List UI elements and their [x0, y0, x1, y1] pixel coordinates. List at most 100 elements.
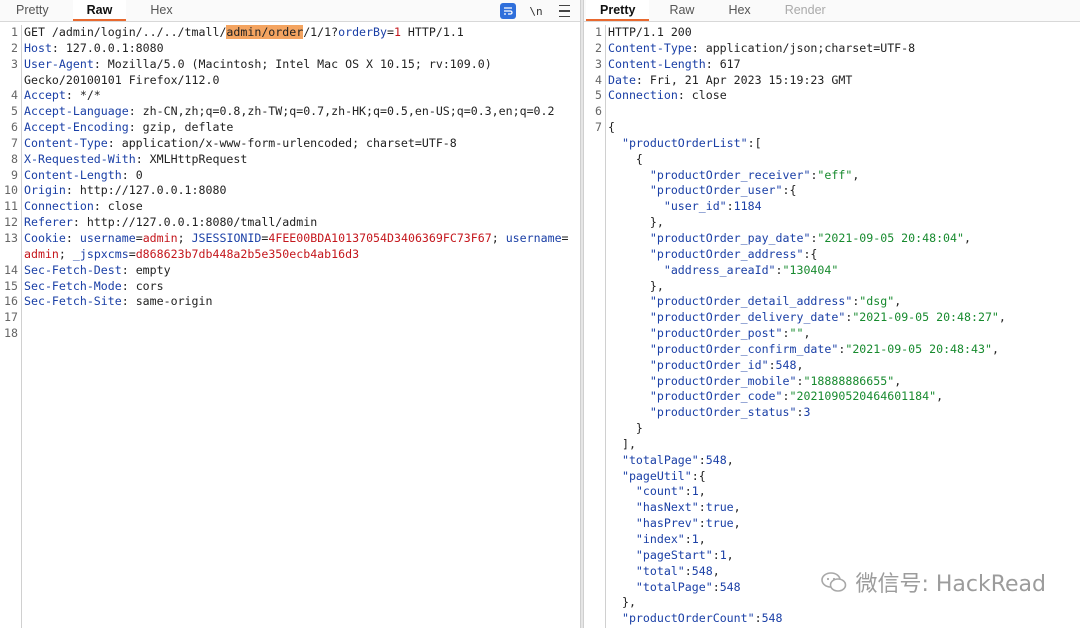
- line-number: 3: [11, 56, 18, 71]
- text-token: true: [705, 516, 734, 531]
- request-tab-pretty[interactable]: Pretty: [2, 0, 63, 21]
- text-token: X-Requested-With: [24, 151, 136, 166]
- text-token: HTTP/1.1 200: [608, 25, 692, 39]
- request-line: 14 Sec-Fetch-Dest: empty: [0, 263, 580, 279]
- response-tabbar: Pretty Raw Hex Render: [584, 0, 1080, 22]
- response-tab-raw[interactable]: Raw: [655, 0, 708, 21]
- text-token: : http://127.0.0.1:8080: [65, 183, 227, 198]
- text-token: =: [135, 230, 143, 245]
- request-line-text: Accept-Language: zh-CN,zh;q=0.8,zh-TW;q=…: [24, 104, 555, 120]
- text-token: : close: [93, 199, 143, 214]
- response-line: "productOrder_id":548,: [584, 358, 1080, 374]
- text-token: ,: [936, 389, 944, 404]
- response-line-text: "index":1,: [608, 532, 706, 548]
- request-tab-hex[interactable]: Hex: [136, 0, 186, 21]
- text-token: admin: [142, 230, 178, 245]
- response-line-text: "address_areaId":"130404": [608, 262, 839, 279]
- response-line: "pageUtil":{: [584, 469, 1080, 485]
- line-number: 10: [4, 183, 18, 198]
- response-line: "productOrder_post":"",: [584, 326, 1080, 342]
- response-line-text: "pageUtil":{: [608, 469, 706, 485]
- text-token: :: [782, 326, 790, 341]
- request-lines: 1 GET /admin/login/../../tmall/admin/orde…: [0, 25, 580, 342]
- response-tabs: Pretty Raw Hex Render: [584, 0, 840, 21]
- request-line-text: Sec-Fetch-Mode: cors: [24, 279, 164, 295]
- text-token: : same-origin: [121, 294, 213, 309]
- response-line-text: "productOrder_detail_address":"dsg",: [608, 294, 901, 310]
- text-token: "productOrder_post": [649, 326, 783, 341]
- response-line-text: "hasPrev":true,: [608, 516, 741, 532]
- request-line-text: Accept: */*: [24, 88, 101, 104]
- text-token: ,: [712, 563, 720, 578]
- response-editor[interactable]: 1 HTTP/1.1 200 2 Content-Type: application/…: [584, 25, 1080, 628]
- response-line-text: "productOrder_receiver":"eff",: [608, 168, 859, 184]
- text-token: username: [79, 230, 136, 245]
- response-line-text: "user_id":1184: [608, 199, 762, 215]
- text-token: "productOrder_confirm_date": [649, 341, 839, 356]
- response-line-text: },: [608, 279, 664, 295]
- response-line: "hasPrev":true,: [584, 516, 1080, 532]
- text-token: Sec-Fetch-Dest: [24, 262, 122, 277]
- text-token: "productOrder_mobile": [649, 373, 797, 388]
- response-tab-pretty[interactable]: Pretty: [586, 0, 650, 21]
- response-line: 1 HTTP/1.1 200: [584, 25, 1080, 41]
- watermark-text: 微信号: HackRead: [855, 572, 1046, 597]
- response-tab-render[interactable]: Render: [771, 0, 840, 21]
- response-line: "productOrder_address":{: [584, 247, 1080, 263]
- request-line: 15 Sec-Fetch-Mode: cors: [0, 279, 580, 295]
- text-token: Origin: [24, 183, 66, 198]
- request-line: 13 Cookie: username=admin; JSESSIONID=4FE…: [0, 231, 580, 247]
- text-token: "address_areaId": [663, 262, 776, 277]
- text-token: :[: [747, 135, 762, 150]
- text-token: :: [698, 516, 706, 531]
- request-editor[interactable]: 1 GET /admin/login/../../tmall/admin/orde…: [0, 25, 580, 628]
- text-token: : XMLHttpRequest: [135, 151, 248, 166]
- line-number: 4: [595, 72, 602, 87]
- text-token: ;: [58, 246, 73, 261]
- text-token: : application/x-www-form-urlencoded; cha…: [107, 135, 457, 150]
- menu-icon[interactable]: [556, 3, 572, 19]
- response-line-text: "productOrder_code":"2021090520464601184…: [608, 389, 943, 405]
- request-line: 10 Origin: http://127.0.0.1:8080: [0, 183, 580, 199]
- text-token: Accept-Encoding: [24, 120, 129, 135]
- request-line-text: admin; _jspxcms=d868623b7db448a2b5e350ec…: [24, 247, 359, 263]
- request-line-text: User-Agent: Mozilla/5.0 (Macintosh; Inte…: [24, 57, 492, 73]
- text-token: ,: [894, 294, 902, 309]
- text-token: :: [754, 611, 762, 626]
- text-token: 3: [803, 405, 811, 420]
- response-tab-hex[interactable]: Hex: [714, 0, 764, 21]
- text-token: d868623b7db448a2b5e350ecb4ab16d3: [135, 246, 360, 261]
- line-number: 14: [4, 262, 18, 277]
- response-line-text: "productOrderList":[: [608, 136, 762, 152]
- request-tabbar: Pretty Raw Hex \n: [0, 0, 580, 22]
- line-number: 15: [4, 278, 18, 293]
- newline-toggle-icon[interactable]: \n: [528, 3, 544, 19]
- request-line: 7 Content-Type: application/x-www-form-ur…: [0, 136, 580, 152]
- text-token: "productOrderList": [621, 135, 748, 150]
- text-token: "productOrder_id": [649, 357, 769, 372]
- response-line: }: [584, 421, 1080, 437]
- text-token: Connection: [608, 88, 678, 103]
- text-token: "totalPage": [621, 452, 699, 467]
- text-token: Content-Type: [608, 40, 692, 55]
- request-tab-raw[interactable]: Raw: [72, 0, 127, 21]
- request-toolbar: \n: [500, 2, 572, 20]
- wrap-icon[interactable]: [500, 3, 516, 19]
- text-token: "productOrderCount": [621, 611, 755, 626]
- response-line-text: "hasNext":true,: [608, 500, 741, 516]
- text-token: },: [608, 278, 664, 293]
- line-number: 6: [11, 120, 18, 135]
- text-token: :: [698, 452, 706, 467]
- response-line-text: "productOrder_post":"",: [608, 326, 811, 342]
- line-number: 4: [11, 88, 18, 103]
- text-token: "productOrder_address": [649, 246, 804, 261]
- response-line: "productOrder_mobile":"18888886655",: [584, 374, 1080, 390]
- line-number: 5: [11, 104, 18, 119]
- text-token: 1: [691, 532, 699, 546]
- line-number: 1: [11, 25, 18, 39]
- text-token: :: [712, 579, 720, 594]
- text-token: 548: [705, 452, 727, 467]
